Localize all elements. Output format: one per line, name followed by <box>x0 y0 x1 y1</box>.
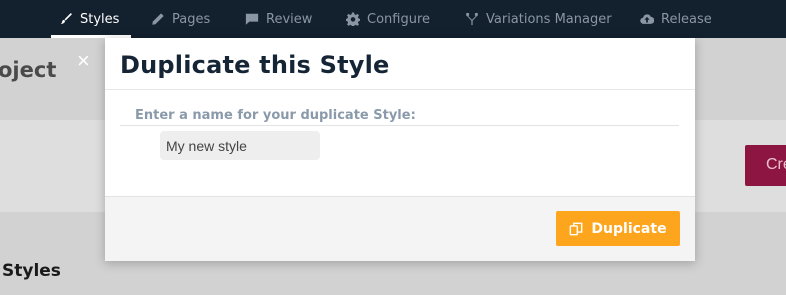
nav-tab-label: Review <box>266 11 313 27</box>
nav-tab-variations-manager[interactable]: Variations Manager <box>465 0 612 38</box>
field-divider <box>120 125 679 126</box>
nav-tab-label: Pages <box>172 11 211 27</box>
close-icon[interactable]: × <box>77 50 90 72</box>
nav-tab-label: Configure <box>367 11 431 27</box>
modal-footer: Duplicate <box>105 196 695 261</box>
duplicate-button[interactable]: Duplicate <box>556 211 680 246</box>
nav-tab-styles[interactable]: Styles <box>50 0 132 38</box>
nav-tab-pages[interactable]: Pages <box>151 0 210 38</box>
style-name-input[interactable] <box>160 131 320 160</box>
duplicate-style-modal: Duplicate this Style Enter a name for yo… <box>105 38 695 261</box>
cloud-upload-icon <box>640 14 654 24</box>
copy-icon <box>570 222 583 235</box>
pencil-icon <box>152 13 164 25</box>
nav-tab-review[interactable]: Review <box>245 0 312 38</box>
modal-body: Enter a name for your duplicate Style: <box>105 90 695 196</box>
top-nav-bar: Styles Pages Review Configure Variations… <box>0 0 786 38</box>
modal-title: Duplicate this Style <box>120 51 390 79</box>
gear-icon <box>346 12 360 26</box>
modal-header: Duplicate this Style <box>105 38 695 90</box>
nav-tab-label: Release <box>661 11 712 27</box>
comment-icon <box>245 13 259 25</box>
styles-section-title: Styles <box>2 261 61 281</box>
duplicate-button-label: Duplicate <box>591 220 667 237</box>
branch-icon <box>466 12 478 26</box>
nav-tab-configure[interactable]: Configure <box>346 0 430 38</box>
page-title: oject <box>0 58 57 82</box>
brush-icon <box>60 13 72 24</box>
nav-tab-release[interactable]: Release <box>640 0 712 38</box>
style-name-label: Enter a name for your duplicate Style: <box>135 108 416 123</box>
nav-tab-label: Variations Manager <box>486 11 612 27</box>
nav-tab-label: Styles <box>80 11 120 27</box>
create-button[interactable]: Cre <box>745 145 786 186</box>
